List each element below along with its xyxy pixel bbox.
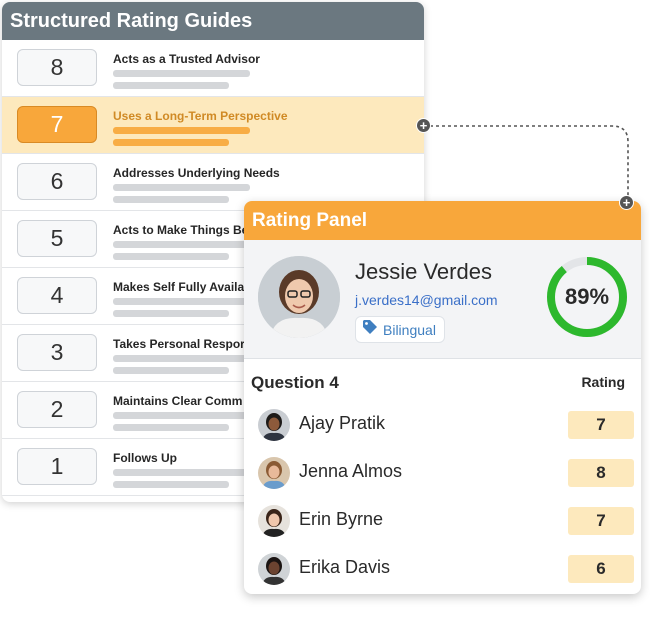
placeholder-bar: [113, 196, 229, 203]
rater-name: Erin Byrne: [299, 509, 384, 529]
guide-label: Acts to Make Things Be: [113, 223, 249, 237]
guide-label: Acts as a Trusted Advisor: [113, 52, 260, 66]
placeholder-bar: [113, 412, 250, 419]
candidate-name: Jessie Verdes: [355, 259, 492, 284]
tag-label: Bilingual: [383, 321, 436, 338]
score-box[interactable]: 8: [17, 49, 97, 86]
guide-label: Addresses Underlying Needs: [113, 166, 280, 180]
placeholder-bar: [113, 355, 250, 362]
rater-list: Ajay Pratik 7 Jenna Almos 8 Erin Byrne 7 Erika…: [244, 400, 641, 592]
panel-title: Rating Panel: [244, 201, 641, 240]
rater-score: 7: [568, 411, 634, 439]
guides-title: Structured Rating Guides: [2, 2, 424, 40]
placeholder-bar: [113, 481, 229, 488]
placeholder-bar: [113, 82, 229, 89]
guide-label: Follows Up: [113, 451, 177, 465]
placeholder-bar: [113, 424, 229, 431]
rater-name: Ajay Pratik: [299, 413, 386, 433]
question-title: Question 4: [251, 373, 339, 392]
app-stage: Structured Rating Guides 8 Acts as a Trus…: [0, 0, 650, 625]
rater-row[interactable]: Erika Davis 6: [244, 544, 641, 592]
candidate-profile: Jessie Verdes j.verdes14@gmail.com Bilin…: [244, 240, 641, 359]
score-box[interactable]: 7: [17, 106, 97, 143]
rater-row[interactable]: Ajay Pratik 7: [244, 400, 641, 448]
placeholder-bar: [113, 241, 250, 248]
rater-score: 6: [568, 555, 634, 583]
rater-row[interactable]: Erin Byrne 7: [244, 496, 641, 544]
candidate-email[interactable]: j.verdes14@gmail.com: [355, 292, 498, 308]
score-box[interactable]: 6: [17, 163, 97, 200]
placeholder-bar: [113, 70, 250, 77]
placeholder-bar: [113, 139, 229, 146]
placeholder-bar: [113, 298, 250, 305]
rater-score: 7: [568, 507, 634, 535]
guide-row[interactable]: 7 Uses a Long-Term Perspective: [2, 97, 424, 154]
rater-name: Jenna Almos: [299, 461, 403, 481]
placeholder-bar: [113, 184, 250, 191]
avatar: [258, 553, 290, 585]
rater-row[interactable]: Jenna Almos 8: [244, 448, 641, 496]
guide-label: Takes Personal Respor: [113, 337, 245, 351]
placeholder-bar: [113, 367, 229, 374]
score-box[interactable]: 5: [17, 220, 97, 257]
language-tag[interactable]: Bilingual: [355, 316, 445, 343]
guide-label: Uses a Long-Term Perspective: [113, 109, 288, 123]
candidate-avatar: [258, 256, 340, 338]
guide-label: Maintains Clear Comm: [113, 394, 243, 408]
guide-label: Makes Self Fully Availa: [113, 280, 245, 294]
avatar: [258, 409, 290, 441]
placeholder-bar: [113, 127, 250, 134]
plus-icon[interactable]: +: [619, 195, 634, 210]
rating-column-header: Rating: [581, 374, 625, 390]
avatar: [258, 457, 290, 489]
rater-score: 8: [568, 459, 634, 487]
placeholder-bar: [113, 253, 229, 260]
rating-panel: Rating Panel Jessie Verdes j.verdes14@gm…: [244, 201, 641, 594]
plus-icon[interactable]: +: [416, 118, 431, 133]
tag-icon: [362, 319, 378, 340]
score-box[interactable]: 3: [17, 334, 97, 371]
score-box[interactable]: 2: [17, 391, 97, 428]
placeholder-bar: [113, 310, 229, 317]
placeholder-bar: [113, 469, 250, 476]
avatar: [258, 505, 290, 537]
question-header: Question 4 Rating: [244, 359, 641, 400]
score-box[interactable]: 4: [17, 277, 97, 314]
rater-name: Erika Davis: [299, 557, 391, 577]
score-percent: 89%: [564, 284, 610, 309]
guide-row[interactable]: 8 Acts as a Trusted Advisor: [2, 40, 424, 97]
score-box[interactable]: 1: [17, 448, 97, 485]
